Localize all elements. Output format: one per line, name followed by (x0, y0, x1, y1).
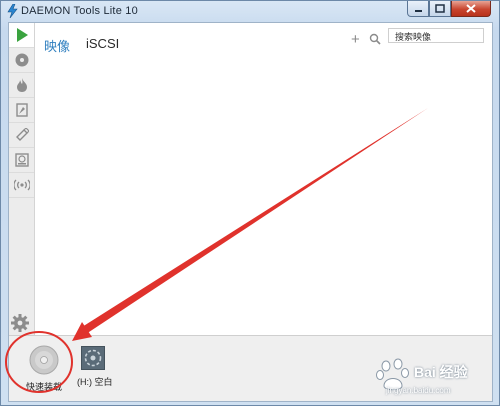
client-area: 映像 iSCSI + 搜索映像 快速装载 (H:) 空白 (8, 22, 493, 402)
search-input[interactable]: 搜索映像 (388, 28, 484, 43)
virtual-drive-h[interactable]: (H:) 空白 (77, 346, 119, 396)
watermark-text: Bai 经验 (414, 364, 468, 380)
flame-icon (16, 78, 27, 92)
network-icon (13, 179, 30, 191)
watermark-url: jingyan.baidu.com (386, 386, 451, 395)
virtual-drive-icon (81, 346, 105, 370)
virtual-hdd-icon (14, 153, 29, 167)
plus-icon[interactable]: + (351, 31, 360, 48)
window-controls (407, 1, 491, 17)
gear-icon[interactable] (10, 313, 30, 333)
quick-mount-label: 快速装载 (25, 382, 62, 392)
close-button[interactable] (451, 1, 491, 17)
play-icon (16, 28, 28, 42)
sidebar-item-disc[interactable] (9, 48, 34, 73)
maximize-button[interactable] (429, 1, 451, 17)
close-icon (466, 4, 476, 13)
window-title: DAEMON Tools Lite 10 (21, 5, 138, 17)
maximize-icon (435, 4, 445, 13)
tab-images[interactable]: 映像 (44, 36, 70, 55)
quick-mount-button[interactable]: 快速装载 (15, 343, 71, 399)
sidebar-item-virtual-hdd[interactable] (9, 148, 34, 173)
main-panel: 映像 iSCSI + 搜索映像 (36, 23, 492, 335)
watermark: Bai 经验 jingyan.baidu.com (372, 350, 498, 404)
search-icon[interactable] (369, 33, 381, 45)
disc-icon (29, 345, 59, 375)
daemon-tools-logo-icon (7, 4, 18, 18)
sidebar-item-network[interactable] (9, 173, 34, 198)
disc-icon (15, 53, 28, 67)
virtual-drive-label: (H:) 空白 (77, 377, 113, 387)
usb-icon (15, 128, 29, 141)
tab-iscsi[interactable]: iSCSI (86, 36, 119, 51)
sidebar (9, 23, 35, 335)
title-bar: DAEMON Tools Lite 10 (1, 1, 499, 21)
sidebar-item-usb[interactable] (9, 123, 34, 148)
image-editor-icon (15, 103, 28, 117)
sidebar-item-play[interactable] (9, 23, 34, 48)
sidebar-item-burn[interactable] (9, 73, 34, 98)
app-window: DAEMON Tools Lite 10 映像 iSCSI + 搜索映像 快速装… (0, 0, 500, 406)
minimize-button[interactable] (407, 1, 429, 17)
minimize-icon (414, 9, 422, 12)
sidebar-item-image-editor[interactable] (9, 98, 34, 123)
